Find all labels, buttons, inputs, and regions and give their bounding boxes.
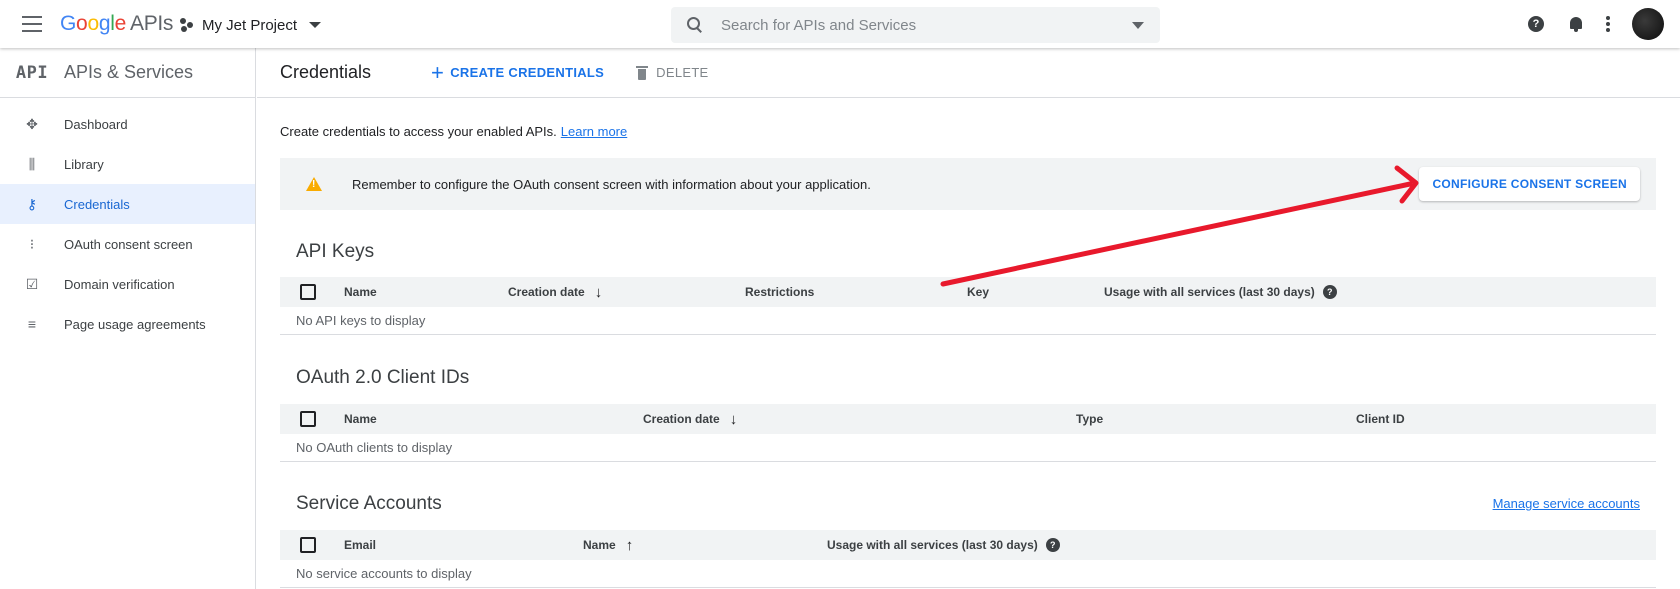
delete-button[interactable]: DELETE xyxy=(636,65,708,80)
logo-letter: e xyxy=(114,12,127,35)
intro-text: Create credentials to access your enable… xyxy=(280,124,627,139)
column-label: Creation date xyxy=(508,285,585,299)
page-title: Credentials xyxy=(280,62,372,82)
help-icon[interactable]: ? xyxy=(1045,538,1060,552)
column-email[interactable]: Email xyxy=(344,530,376,560)
service-accounts-title: Service Accounts xyxy=(296,493,442,514)
sidebar-item-page-usage[interactable]: ≡ Page usage agreements xyxy=(0,304,255,344)
sidebar-item-label: Dashboard xyxy=(64,116,128,132)
key-icon: ⚷ xyxy=(26,195,38,212)
sidebar-title: APIs & Services xyxy=(64,62,194,82)
empty-state: No API keys to display xyxy=(280,307,1656,335)
column-name[interactable]: Name xyxy=(344,277,377,307)
column-usage[interactable]: Usage with all services (last 30 days)? xyxy=(1104,277,1337,307)
configure-consent-screen-button[interactable]: CONFIGURE CONSENT SCREEN xyxy=(1419,167,1640,201)
checkbox-icon: ☑ xyxy=(25,275,39,292)
column-label: Usage with all services (last 30 days) xyxy=(1104,285,1315,299)
empty-state: No OAuth clients to display xyxy=(280,434,1656,462)
column-label: Usage with all services (last 30 days) xyxy=(827,538,1038,552)
sidebar-item-label: Library xyxy=(64,156,104,172)
search-dropdown-icon[interactable] xyxy=(1132,21,1144,29)
menu-icon[interactable] xyxy=(22,16,42,32)
sidebar-item-label: Credentials xyxy=(64,196,130,212)
table-header: Name Creation date ↓ Type Client ID xyxy=(280,404,1656,434)
api-keys-title: API Keys xyxy=(296,241,375,262)
column-client-id[interactable]: Client ID xyxy=(1356,404,1405,434)
notifications-icon[interactable] xyxy=(1568,15,1584,33)
dashboard-icon: ✥ xyxy=(26,115,38,132)
help-icon[interactable]: ? xyxy=(1322,285,1337,299)
more-vert-icon[interactable] xyxy=(1606,15,1610,33)
learn-more-link[interactable]: Learn more xyxy=(561,124,627,139)
alert-message: Remember to configure the OAuth consent … xyxy=(352,176,871,192)
sidebar-item-label: OAuth consent screen xyxy=(64,236,193,252)
sidebar: API APIs & Services ✥ Dashboard ⫼ Librar… xyxy=(0,48,256,589)
create-credentials-label: CREATE CREDENTIALS xyxy=(450,65,605,80)
sidebar-item-oauth-consent[interactable]: ⁝ OAuth consent screen xyxy=(0,224,255,264)
column-name[interactable]: Name ↑ xyxy=(583,530,633,560)
logo-letter: G xyxy=(60,12,77,35)
select-all-checkbox[interactable] xyxy=(300,411,316,427)
column-usage[interactable]: Usage with all services (last 30 days)? xyxy=(827,530,1060,560)
help-icon[interactable]: ? xyxy=(1528,16,1544,32)
sidebar-item-label: Page usage agreements xyxy=(64,316,206,332)
warning-icon xyxy=(306,177,322,191)
column-name[interactable]: Name xyxy=(344,404,377,434)
chevron-down-icon xyxy=(309,22,322,28)
logo-letter: g xyxy=(98,12,111,35)
consent-icon: ⁝ xyxy=(29,235,35,252)
column-creation-date[interactable]: Creation date ↓ xyxy=(643,404,737,434)
search-icon xyxy=(687,17,703,33)
column-label: Creation date xyxy=(643,412,720,426)
column-key[interactable]: Key xyxy=(967,277,989,307)
delete-label: DELETE xyxy=(656,65,709,80)
table-header: Name Creation date ↓ Restrictions Key Usa… xyxy=(280,277,1656,307)
sidebar-item-label: Domain verification xyxy=(64,276,175,292)
table-header: Email Name ↑ Usage with all services (las… xyxy=(280,530,1656,560)
sidebar-header: API APIs & Services xyxy=(0,48,255,98)
arrow-up-icon[interactable]: ↑ xyxy=(626,537,634,554)
oauth-clients-title: OAuth 2.0 Client IDs xyxy=(296,367,470,388)
sidebar-item-credentials[interactable]: ⚷ Credentials xyxy=(0,184,255,224)
project-name: My Jet Project xyxy=(202,16,298,34)
logo-letter: o xyxy=(76,12,88,35)
top-actions: ? xyxy=(1528,0,1680,48)
sidebar-nav: ✥ Dashboard ⫼ Library ⚷ Credentials ⁝ OA… xyxy=(0,98,255,344)
project-selector[interactable]: My Jet Project xyxy=(180,13,322,37)
sidebar-item-dashboard[interactable]: ✥ Dashboard xyxy=(0,104,255,144)
logo-letter: o xyxy=(87,12,99,35)
create-credentials-button[interactable]: + CREATE CREDENTIALS xyxy=(431,59,605,85)
arrow-down-icon[interactable]: ↓ xyxy=(730,411,738,428)
api-logo-icon: API xyxy=(15,62,49,83)
manage-service-accounts-link[interactable]: Manage service accounts xyxy=(1493,496,1640,511)
logo-apis-text: APIs xyxy=(129,12,174,35)
sidebar-item-domain-verification[interactable]: ☑ Domain verification xyxy=(0,264,255,304)
select-all-checkbox[interactable] xyxy=(300,537,316,553)
column-label: Name xyxy=(583,538,616,552)
intro-description: Create credentials to access your enable… xyxy=(280,124,557,139)
avatar[interactable] xyxy=(1632,8,1664,40)
top-bar: GoogleAPIs My Jet Project ? xyxy=(0,0,1680,48)
library-icon: ⫼ xyxy=(28,155,36,172)
select-all-checkbox[interactable] xyxy=(300,284,316,300)
oauth-clients-table: Name Creation date ↓ Type Client ID No OA… xyxy=(280,404,1656,462)
api-keys-table: Name Creation date ↓ Restrictions Key Usa… xyxy=(280,277,1656,335)
consent-alert-banner: Remember to configure the OAuth consent … xyxy=(280,158,1656,210)
google-apis-logo[interactable]: Google APIs xyxy=(60,12,173,36)
settings-list-icon: ≡ xyxy=(27,316,37,332)
arrow-down-icon[interactable]: ↓ xyxy=(595,284,603,301)
empty-state: No service accounts to display xyxy=(280,560,1656,588)
column-creation-date[interactable]: Creation date ↓ xyxy=(508,277,602,307)
column-restrictions[interactable]: Restrictions xyxy=(745,277,814,307)
trash-icon xyxy=(636,65,649,80)
project-icon xyxy=(180,18,194,32)
service-accounts-table: Email Name ↑ Usage with all services (las… xyxy=(280,530,1656,588)
search-bar[interactable] xyxy=(671,7,1160,43)
page-header: Credentials + CREATE CREDENTIALS DELETE xyxy=(257,48,1680,98)
sidebar-item-library[interactable]: ⫼ Library xyxy=(0,144,255,184)
column-type[interactable]: Type xyxy=(1076,404,1103,434)
plus-icon: + xyxy=(431,59,445,85)
search-input[interactable] xyxy=(721,16,1132,34)
